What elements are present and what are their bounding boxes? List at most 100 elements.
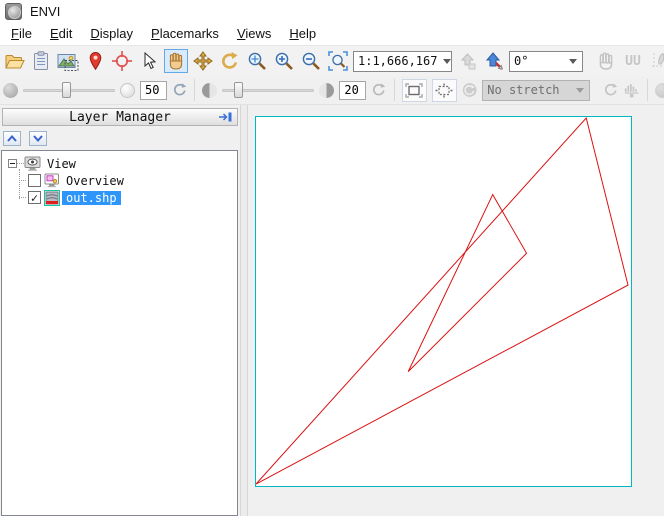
move-layer-up-button[interactable] xyxy=(3,131,21,146)
move-layer-down-button[interactable] xyxy=(29,131,47,146)
contrast-reset-icon[interactable] xyxy=(371,81,386,99)
menu-display[interactable]: Display xyxy=(81,22,142,45)
map-canvas[interactable] xyxy=(255,116,632,487)
overview-checkbox[interactable] xyxy=(28,174,41,187)
menu-file[interactable]: File xyxy=(2,22,41,45)
zoom-to-full-extent-button[interactable] xyxy=(455,49,479,73)
crosshair-button[interactable] xyxy=(110,49,134,73)
separator xyxy=(194,79,195,101)
contrast-slider-thumb[interactable] xyxy=(234,82,243,98)
shapefile-layer-label[interactable]: out.shp xyxy=(62,191,121,205)
placemark-button[interactable] xyxy=(83,49,107,73)
data-manager-button[interactable] xyxy=(29,49,53,73)
clipboard-icon xyxy=(32,51,50,71)
stretch-type-combo[interactable]: No stretch xyxy=(482,80,590,101)
north-arrow-icon xyxy=(484,51,504,71)
rotation-combo[interactable]: 0° xyxy=(509,51,583,72)
magnifier-minus-icon xyxy=(300,50,322,72)
open-folder-icon xyxy=(4,52,25,71)
main-toolbar: 1:1,666,167 0° UU xyxy=(0,45,664,76)
zoom-out-button[interactable] xyxy=(299,49,323,73)
contrast-slider[interactable] xyxy=(222,81,314,99)
tree-connector xyxy=(19,180,26,181)
tree-connector xyxy=(19,197,26,198)
brightness-low-icon xyxy=(3,83,18,98)
inner-triangle xyxy=(408,195,526,372)
image-view-area xyxy=(248,105,664,516)
clipped-sphere-icon xyxy=(655,83,664,98)
contrast-high-icon xyxy=(319,83,334,98)
collapse-expander-icon[interactable] xyxy=(8,159,17,168)
dock-panel-button[interactable] xyxy=(216,111,234,123)
view-node-label[interactable]: View xyxy=(43,157,80,171)
hand-outline-icon xyxy=(596,51,616,71)
layer-tree: View Overview xyxy=(1,150,238,516)
menu-edit[interactable]: Edit xyxy=(41,22,81,45)
zoom-window-button[interactable] xyxy=(245,49,269,73)
brightness-slider-thumb[interactable] xyxy=(62,82,71,98)
menu-help[interactable]: Help xyxy=(280,22,325,45)
view-extent-icon xyxy=(435,83,453,98)
annotation-button[interactable] xyxy=(648,49,664,73)
app-logo-icon xyxy=(5,3,22,20)
orient-north-button[interactable] xyxy=(482,49,506,73)
histogram-stretch-icon xyxy=(624,82,640,99)
brightness-slider[interactable] xyxy=(23,81,115,99)
stretch-type-value: No stretch xyxy=(487,83,559,97)
vertex-edit-button[interactable]: UU xyxy=(621,49,645,73)
tree-row-overview[interactable]: Overview xyxy=(19,172,237,189)
panel-splitter[interactable] xyxy=(240,105,248,516)
tree-row-outshp[interactable]: out.shp xyxy=(19,189,237,206)
placemark-pin-icon xyxy=(88,51,103,71)
magnifier-plus-icon xyxy=(273,50,295,72)
crosshair-icon xyxy=(111,50,133,72)
stretch-refresh-icon xyxy=(603,81,618,99)
chevron-down-icon xyxy=(569,59,577,64)
menu-bar: File Edit Display Placemarks Views Help xyxy=(0,22,664,45)
open-file-button[interactable] xyxy=(2,49,26,73)
contrast-input[interactable] xyxy=(339,81,366,100)
image-chip-icon xyxy=(57,52,79,71)
zoom-ratio-combo[interactable]: 1:1,666,167 xyxy=(353,51,452,72)
brightness-reset-icon[interactable] xyxy=(172,81,187,99)
tree-connector xyxy=(17,163,24,164)
rotate-view-button[interactable] xyxy=(218,49,242,73)
shapefile-layer-icon xyxy=(44,190,60,206)
auto-stretch-icon xyxy=(462,81,477,99)
layer-manager-header[interactable]: Layer Manager xyxy=(2,108,238,126)
separator xyxy=(394,79,395,101)
menu-views[interactable]: Views xyxy=(228,22,280,45)
title-bar: ENVI xyxy=(0,0,664,22)
stretch-full-extent-button[interactable] xyxy=(402,79,427,102)
chevron-up-icon xyxy=(6,134,18,143)
outshp-checkbox[interactable] xyxy=(28,191,41,204)
full-extent-icon xyxy=(405,83,423,98)
contrast-low-icon xyxy=(202,83,217,98)
chevron-down-icon xyxy=(443,59,451,64)
pen-annotation-icon xyxy=(650,51,664,71)
chip-view-button[interactable] xyxy=(56,49,80,73)
fly-button[interactable] xyxy=(191,49,215,73)
pan-hand-icon xyxy=(166,51,186,71)
pan-button[interactable] xyxy=(164,49,188,73)
rotation-value: 0° xyxy=(514,54,528,68)
zoom-ratio-value: 1:1,666,167 xyxy=(358,54,437,68)
cursor-arrow-icon xyxy=(142,52,156,70)
select-button[interactable] xyxy=(137,49,161,73)
stretch-view-extent-button[interactable] xyxy=(432,79,457,102)
rotate-icon xyxy=(220,51,240,71)
tree-row-view[interactable]: View xyxy=(8,155,237,172)
zoom-in-button[interactable] xyxy=(272,49,296,73)
magnifier-bracket-icon xyxy=(327,50,349,72)
chevron-down-icon xyxy=(32,134,44,143)
brightness-input[interactable] xyxy=(140,81,167,100)
fixed-zoom-button[interactable] xyxy=(326,49,350,73)
view-monitor-icon xyxy=(24,156,41,171)
view-children: Overview out.shp xyxy=(19,172,237,206)
vector-select-button[interactable] xyxy=(594,49,618,73)
vertex-edit-icon: UU xyxy=(625,54,641,69)
overview-layer-label[interactable]: Overview xyxy=(62,174,128,188)
separator xyxy=(647,79,648,101)
menu-placemarks[interactable]: Placemarks xyxy=(142,22,228,45)
window-title: ENVI xyxy=(30,4,60,19)
